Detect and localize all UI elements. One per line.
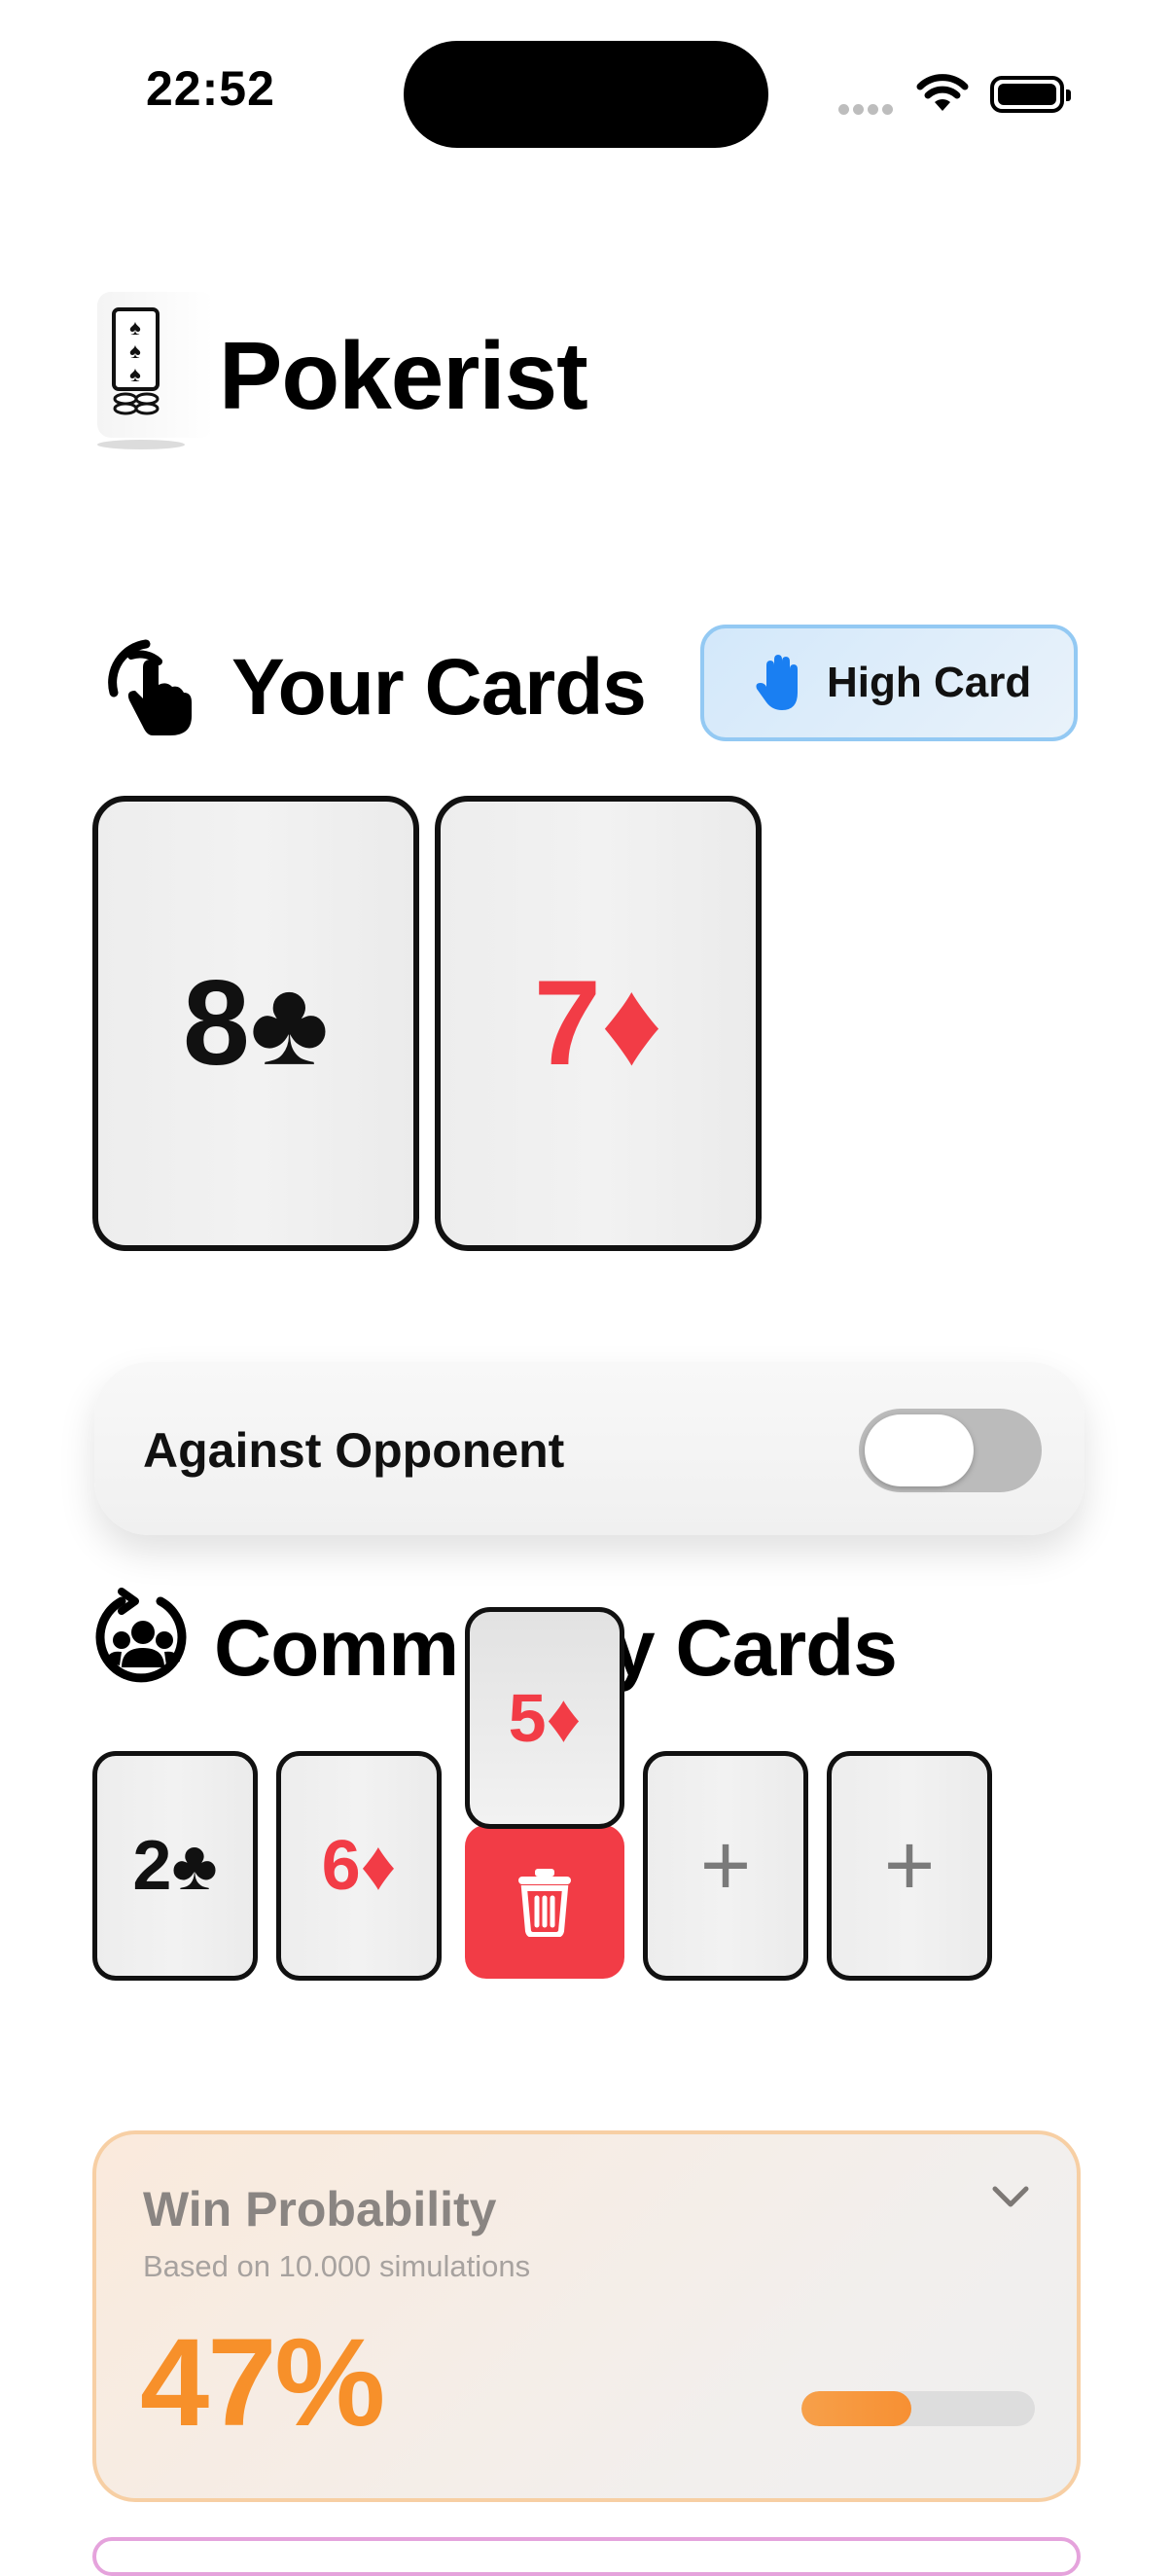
wifi-icon <box>916 74 969 111</box>
win-probability-value: 47% <box>140 2313 385 2452</box>
community-cards-title-left: Comm <box>214 1604 459 1693</box>
svg-text:♠: ♠ <box>129 315 141 340</box>
card-rank: 7 <box>533 956 601 1091</box>
next-panel-edge <box>92 2537 1081 2576</box>
diamond-suit-icon: ♦ <box>546 1680 582 1756</box>
opponent-toggle-label: Against Opponent <box>143 1423 565 1478</box>
hand-rank-label: High Card <box>827 659 1032 706</box>
diamond-suit-icon: ♦ <box>360 1827 397 1905</box>
simulation-count: Based on 10.000 simulations <box>143 2249 531 2283</box>
hole-card-1[interactable]: 8 ♣ <box>92 796 419 1251</box>
svg-text:♠: ♠ <box>129 362 141 386</box>
card-rank: 5 <box>508 1680 547 1756</box>
club-suit-icon: ♣ <box>171 1827 218 1905</box>
add-community-card-button-1[interactable]: + <box>643 1751 808 1981</box>
plus-icon: + <box>699 1816 752 1914</box>
toggle-knob <box>865 1414 974 1486</box>
trash-icon <box>518 1869 571 1937</box>
win-probability-title: Win Probability <box>143 2182 497 2236</box>
dynamic-island <box>404 41 768 148</box>
your-cards-title: Your Cards <box>231 643 647 732</box>
tap-hand-icon <box>108 639 192 735</box>
opponent-toggle-switch[interactable] <box>859 1409 1042 1492</box>
svg-text:♠: ♠ <box>129 339 141 363</box>
playing-card-chips-icon: ♠ ♠ ♠ <box>97 292 214 449</box>
community-card-2[interactable]: 6 ♦ <box>276 1751 442 1981</box>
card-rank: 8 <box>182 956 250 1091</box>
community-card-1[interactable]: 2 ♣ <box>92 1751 258 1981</box>
status-time: 22:52 <box>146 61 275 116</box>
hand-rank-badge[interactable]: High Card <box>700 625 1078 741</box>
win-probability-bar <box>801 2391 1035 2426</box>
dragging-community-card[interactable]: 5 ♦ <box>465 1607 624 1829</box>
win-probability-panel[interactable]: Win Probability Based on 10.000 simulati… <box>92 2130 1081 2502</box>
community-cards-title-right: y Cards <box>611 1604 898 1693</box>
club-suit-icon: ♣ <box>249 956 330 1091</box>
win-probability-bar-fill <box>801 2391 911 2426</box>
add-community-card-button-2[interactable]: + <box>827 1751 992 1981</box>
delete-card-button[interactable] <box>465 1825 624 1979</box>
diamond-suit-icon: ♦ <box>600 956 663 1091</box>
chevron-down-icon[interactable] <box>991 2183 1030 2210</box>
cellular-signal-icon <box>838 102 897 120</box>
card-rank: 6 <box>321 1827 361 1905</box>
hole-card-2[interactable]: 7 ♦ <box>435 796 762 1251</box>
plus-icon: + <box>883 1816 936 1914</box>
app-title: Pokerist <box>219 322 588 429</box>
card-rank: 2 <box>132 1827 172 1905</box>
opponent-toggle-panel: Against Opponent <box>94 1362 1084 1535</box>
battery-icon <box>990 76 1071 113</box>
raised-hand-icon <box>756 655 798 710</box>
community-group-icon <box>95 1588 187 1683</box>
